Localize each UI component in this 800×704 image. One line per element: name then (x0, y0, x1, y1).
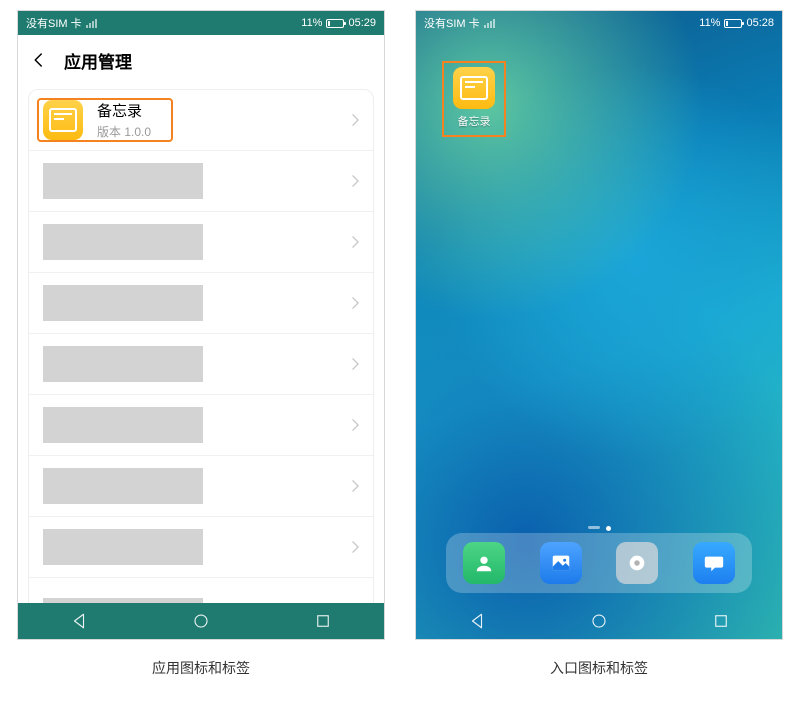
app-row-placeholder[interactable] (29, 272, 373, 333)
dock-messages[interactable] (693, 542, 735, 584)
placeholder-block (43, 598, 203, 603)
battery-icon (724, 19, 742, 28)
memo-app-icon (43, 100, 83, 140)
nav-back-icon[interactable] (468, 612, 486, 630)
nav-home-icon[interactable] (192, 612, 210, 630)
chevron-right-icon (352, 358, 359, 370)
app-row-placeholder[interactable] (29, 516, 373, 577)
phone-home-screen: 没有SIM 卡 11% 05:28 备忘录 (415, 10, 783, 640)
placeholder-block (43, 285, 203, 321)
app-bar: 应用管理 (18, 35, 384, 85)
sim-status: 没有SIM 卡 (424, 15, 480, 31)
home-app-label: 备忘录 (458, 113, 491, 129)
app-row-memo[interactable]: 备忘录 版本 1.0.0 (29, 90, 373, 150)
app-card: 备忘录 版本 1.0.0 (28, 89, 374, 603)
back-icon[interactable] (30, 51, 48, 69)
chevron-right-icon (352, 175, 359, 187)
sim-status: 没有SIM 卡 (26, 15, 82, 31)
chevron-right-icon (352, 236, 359, 248)
caption-right: 入口图标和标签 (550, 658, 648, 678)
app-list: 备忘录 版本 1.0.0 (18, 85, 384, 603)
placeholder-block (43, 224, 203, 260)
phone-app-management: 没有SIM 卡 11% 05:29 应用管理 (17, 10, 385, 640)
gear-icon (626, 552, 648, 574)
app-row-placeholder[interactable] (29, 577, 373, 603)
status-time: 05:29 (348, 17, 376, 29)
status-bar: 没有SIM 卡 11% 05:29 (18, 11, 384, 35)
status-bar: 没有SIM 卡 11% 05:28 (416, 11, 782, 35)
home-app-memo[interactable]: 备忘录 (442, 61, 506, 137)
nav-bar (18, 603, 384, 639)
signal-icon (484, 19, 495, 28)
chevron-right-icon (352, 480, 359, 492)
gallery-icon (550, 552, 572, 574)
caption-left: 应用图标和标签 (152, 658, 250, 678)
app-row-placeholder[interactable] (29, 211, 373, 272)
placeholder-block (43, 529, 203, 565)
nav-bar (416, 603, 782, 639)
dock-gallery[interactable] (540, 542, 582, 584)
home-grid[interactable]: 备忘录 (416, 11, 782, 639)
battery-pct: 11% (301, 17, 322, 29)
placeholder-block (43, 346, 203, 382)
battery-icon (326, 19, 344, 28)
app-row-placeholder[interactable] (29, 455, 373, 516)
nav-back-icon[interactable] (70, 612, 88, 630)
page-title: 应用管理 (64, 48, 132, 73)
status-time: 05:28 (746, 17, 774, 29)
app-row-placeholder[interactable] (29, 394, 373, 455)
app-name-label: 备忘录 (97, 100, 151, 121)
nav-recent-icon[interactable] (314, 612, 332, 630)
chevron-right-icon (352, 541, 359, 553)
nav-recent-icon[interactable] (712, 612, 730, 630)
chevron-right-icon (352, 419, 359, 431)
messages-icon (703, 552, 725, 574)
placeholder-block (43, 468, 203, 504)
app-version-label: 版本 1.0.0 (97, 123, 151, 140)
signal-icon (86, 19, 97, 28)
placeholder-block (43, 407, 203, 443)
app-row-placeholder[interactable] (29, 150, 373, 211)
page-indicator (416, 526, 782, 531)
battery-pct: 11% (699, 17, 720, 29)
dock-settings[interactable] (616, 542, 658, 584)
nav-home-icon[interactable] (590, 612, 608, 630)
memo-app-icon (453, 67, 495, 109)
placeholder-block (43, 163, 203, 199)
dock (446, 533, 752, 593)
chevron-right-icon (352, 297, 359, 309)
dock-contacts[interactable] (463, 542, 505, 584)
contacts-icon (473, 552, 495, 574)
chevron-right-icon (352, 114, 359, 126)
app-row-placeholder[interactable] (29, 333, 373, 394)
